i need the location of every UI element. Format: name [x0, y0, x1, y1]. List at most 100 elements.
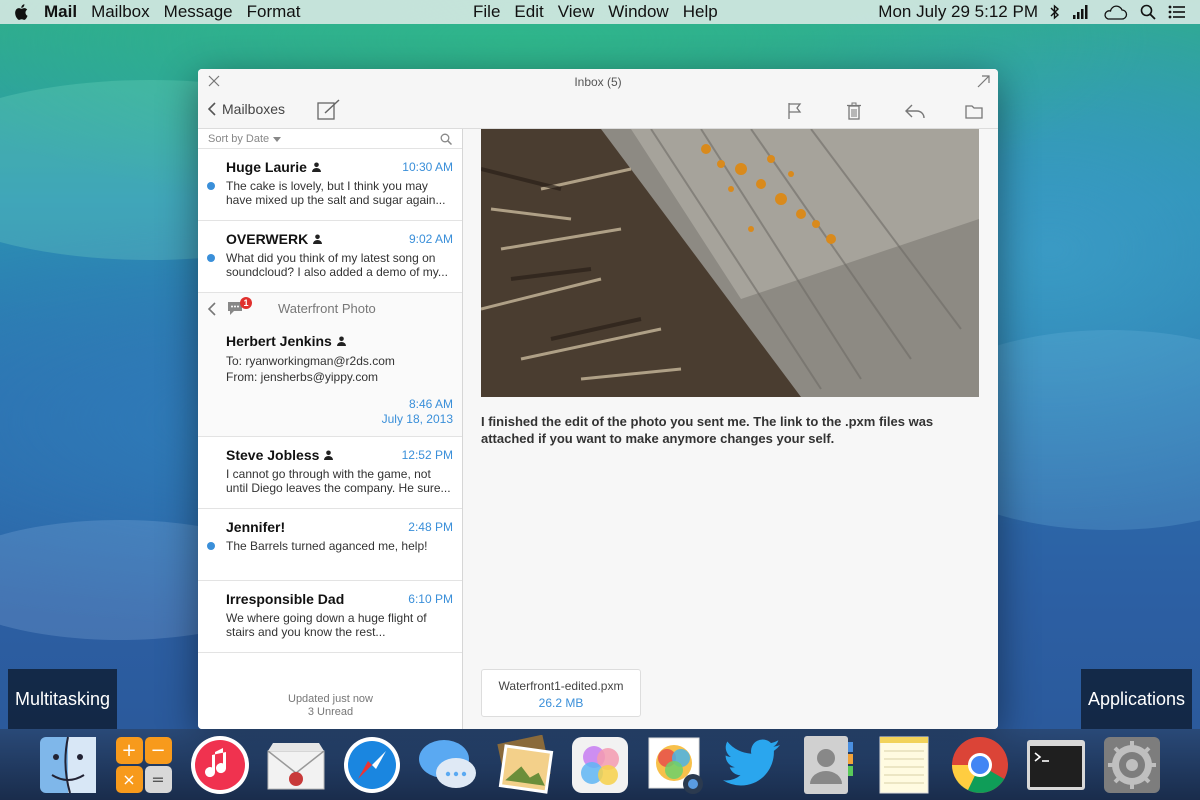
chevron-left-icon: [208, 102, 216, 116]
search-icon[interactable]: [1140, 4, 1156, 20]
sort-bar: Sort by Date: [198, 129, 462, 149]
chevron-left-icon[interactable]: [207, 302, 217, 316]
list-footer: Updated just now 3 Unread: [198, 693, 463, 719]
sender-name: Steve Jobless: [226, 447, 320, 463]
menu-app-name[interactable]: Mail: [44, 2, 77, 22]
thread-title: Waterfront Photo: [278, 301, 376, 316]
image-viewer-icon[interactable]: [492, 733, 556, 797]
menu-view[interactable]: View: [558, 2, 595, 22]
apple-icon[interactable]: [14, 3, 30, 21]
signal-icon[interactable]: [1072, 4, 1090, 20]
message-body: I finished the edit of the photo you sen…: [481, 414, 934, 446]
message-time: 9:02 AM: [408, 232, 453, 246]
update-status: Updated just now: [288, 693, 373, 705]
menu-message[interactable]: Message: [164, 2, 233, 22]
menu-bar: Mail Mailbox Message Format File Edit Vi…: [0, 0, 1200, 24]
finder-icon[interactable]: [36, 733, 100, 797]
calculator-icon[interactable]: + − × =: [112, 733, 176, 797]
toolbar: Mailboxes: [198, 95, 998, 129]
thread-time: 8:46 AM: [408, 397, 453, 411]
message-preview: The cake is lovely, but I think you may …: [226, 179, 446, 207]
message-preview: We where going down a huge flight of sta…: [226, 611, 427, 639]
message-time: 10:30 AM: [402, 160, 453, 174]
thread-to: To: ryanworkingman@r2ds.com: [226, 354, 395, 368]
expand-icon[interactable]: [977, 75, 990, 88]
mailboxes-back-button[interactable]: Mailboxes: [208, 101, 285, 117]
message-preview: What did you think of my latest song on …: [226, 251, 448, 279]
thread-count-badge: 1: [240, 297, 252, 309]
menu-file[interactable]: File: [473, 2, 500, 22]
cloud-icon[interactable]: [1102, 4, 1128, 20]
multitasking-button[interactable]: Multitasking: [8, 669, 118, 729]
terminal-icon[interactable]: [1024, 733, 1088, 797]
list-item[interactable]: Irresponsible Dad 6:10 PM We where going…: [198, 581, 462, 653]
applications-button[interactable]: Applications: [1080, 669, 1192, 729]
itunes-icon[interactable]: [188, 733, 252, 797]
sender-name: Irresponsible Dad: [226, 591, 345, 607]
message-photo: [481, 129, 979, 397]
window-title: Inbox (5): [574, 75, 622, 89]
svg-text:+: +: [121, 740, 136, 761]
sender-name: Jennifer!: [226, 519, 286, 535]
caret-down-icon: [273, 136, 282, 142]
message-time: 6:10 PM: [408, 592, 453, 606]
list-menu-icon[interactable]: [1168, 5, 1186, 19]
svg-text:×: ×: [122, 770, 135, 789]
menu-window[interactable]: Window: [608, 2, 668, 22]
mailboxes-label: Mailboxes: [222, 101, 286, 117]
thread-from: From: jensherbs@yippy.com: [226, 370, 379, 384]
unread-dot-icon: [207, 254, 215, 262]
svg-text:−: −: [150, 740, 165, 761]
menu-mailbox[interactable]: Mailbox: [91, 2, 150, 22]
reply-icon[interactable]: [904, 102, 926, 120]
contacts-icon[interactable]: [796, 733, 860, 797]
sort-by-date-button[interactable]: Sort by Date: [208, 133, 282, 145]
notes-icon[interactable]: [872, 733, 936, 797]
person-icon: [313, 234, 323, 244]
thread-timestamp: 8:46 AM July 18, 2013: [382, 397, 453, 427]
title-bar: Inbox (5): [198, 69, 998, 95]
unread-dot-icon: [207, 182, 215, 190]
search-icon[interactable]: [440, 133, 452, 145]
trash-icon[interactable]: [845, 102, 863, 120]
sender-name: Huge Laurie: [226, 159, 307, 175]
person-icon: [311, 162, 321, 172]
menu-clock[interactable]: Mon July 29 5:12 PM: [878, 2, 1038, 22]
message-time: 12:52 PM: [401, 448, 453, 462]
list-item[interactable]: Huge Laurie 10:30 AM The cake is lovely,…: [198, 149, 462, 221]
close-icon[interactable]: [208, 75, 220, 87]
safari-icon[interactable]: [340, 733, 404, 797]
sender-name: Herbert Jenkins: [226, 333, 332, 349]
driftwood-photo-image: [481, 129, 979, 397]
compose-icon[interactable]: [316, 98, 342, 122]
multitasking-label: Multitasking: [15, 688, 111, 709]
list-item[interactable]: Jennifer! 2:48 PM The Barrels turned aga…: [198, 509, 462, 581]
game-center-icon[interactable]: [568, 733, 632, 797]
thread-expanded[interactable]: 1 Waterfront Photo Herbert Jenkins To: r…: [198, 293, 462, 437]
photos-icon[interactable]: [644, 733, 708, 797]
mail-window: Inbox (5) Mailboxes Sort by Date Huge La…: [198, 69, 998, 729]
list-item[interactable]: OVERWERK 9:02 AM What did you think of m…: [198, 221, 462, 293]
bluetooth-icon[interactable]: [1050, 4, 1060, 20]
person-icon: [336, 336, 346, 346]
messages-icon[interactable]: [416, 733, 480, 797]
svg-text:=: =: [151, 770, 164, 789]
menu-help[interactable]: Help: [683, 2, 718, 22]
mail-icon[interactable]: [264, 733, 328, 797]
sort-label: Sort by Date: [208, 133, 270, 145]
menu-edit[interactable]: Edit: [514, 2, 543, 22]
list-item[interactable]: Steve Jobless 12:52 PM I cannot go throu…: [198, 437, 462, 509]
attachment-card[interactable]: Waterfront1-edited.pxm 26.2 MB: [481, 669, 641, 717]
flag-icon[interactable]: [786, 102, 804, 120]
applications-label: Applications: [1087, 688, 1185, 709]
message-preview: The Barrels turned aganced me, help!: [226, 539, 428, 553]
chrome-icon[interactable]: [948, 733, 1012, 797]
menu-format[interactable]: Format: [247, 2, 301, 22]
message-list: Sort by Date Huge Laurie 10:30 AM The ca…: [198, 129, 463, 729]
sender-name: OVERWERK: [226, 231, 309, 247]
reading-pane: I finished the edit of the photo you sen…: [463, 129, 998, 729]
twitter-icon[interactable]: [720, 733, 784, 797]
system-preferences-icon[interactable]: [1100, 733, 1164, 797]
attachment-name: Waterfront1-edited.pxm: [498, 679, 624, 693]
folder-icon[interactable]: [965, 102, 983, 120]
